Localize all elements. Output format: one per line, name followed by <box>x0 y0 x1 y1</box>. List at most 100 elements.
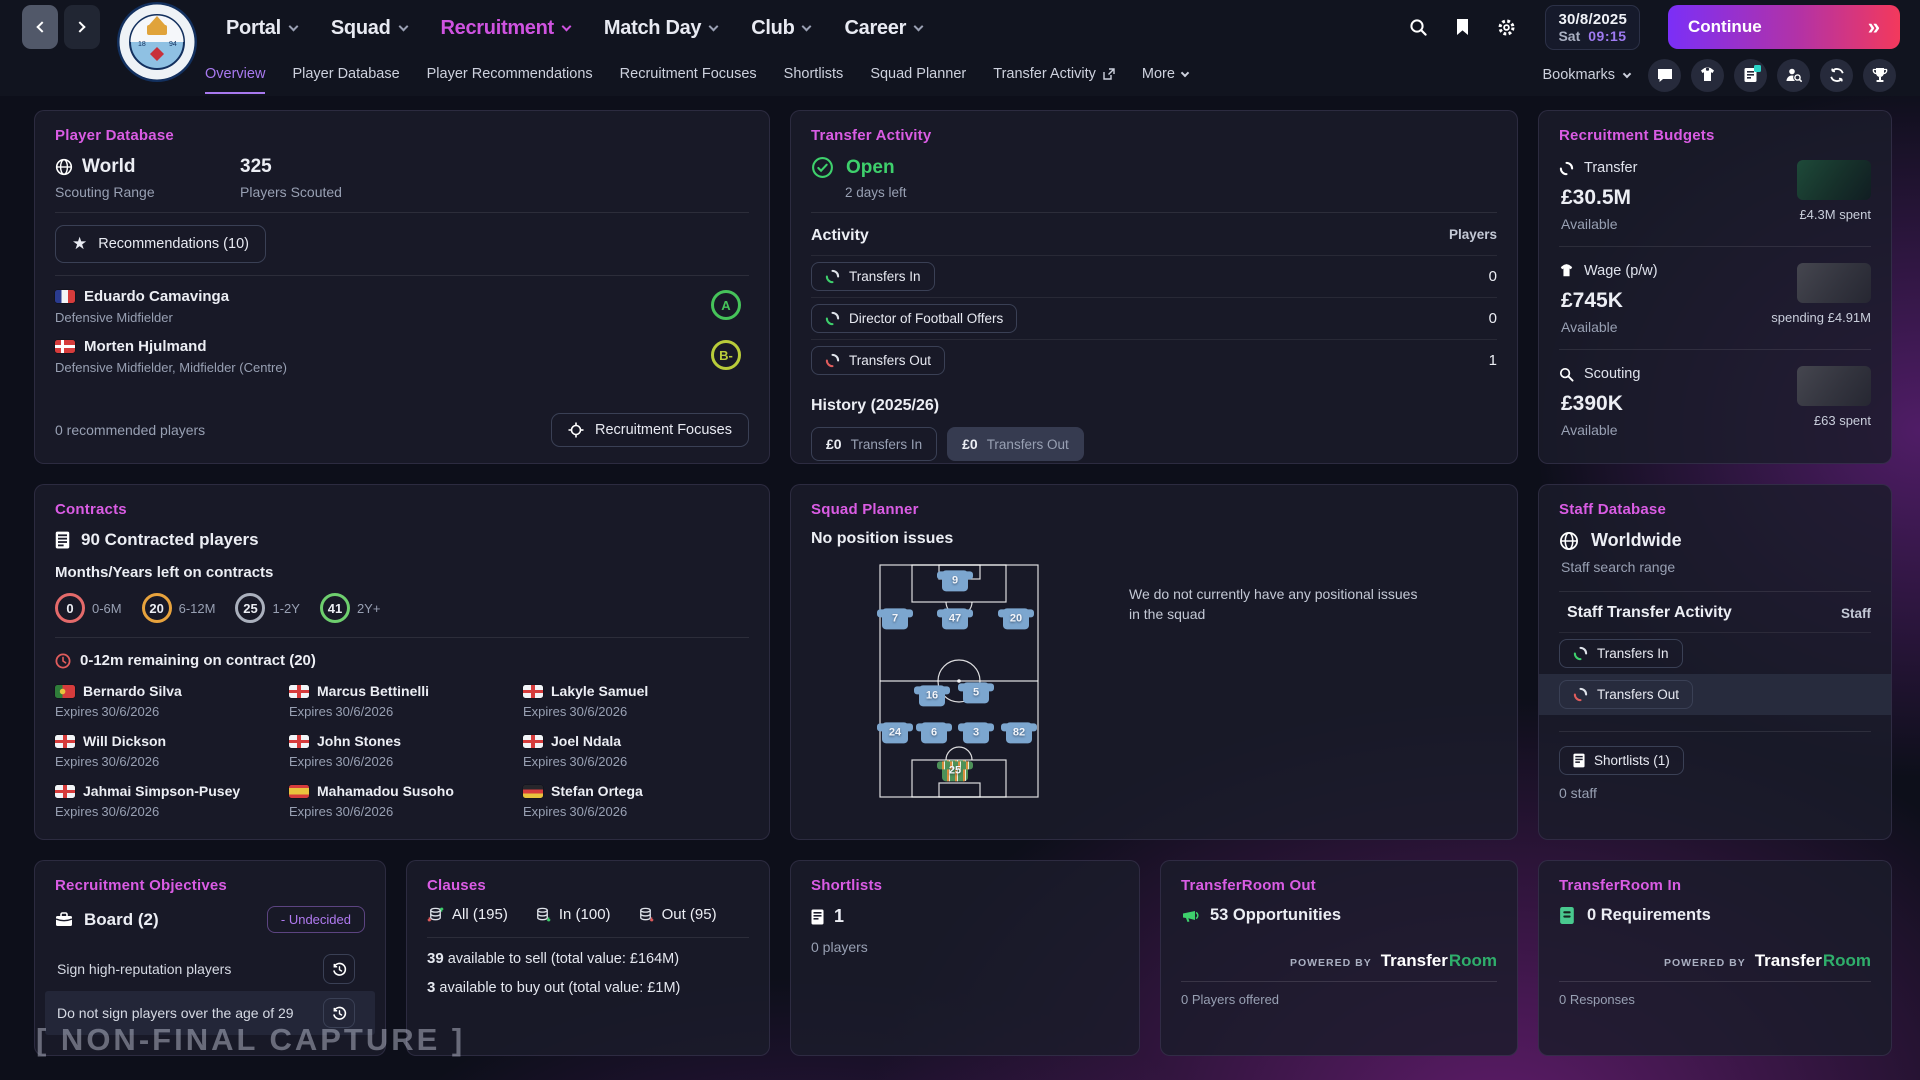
menu-portal[interactable]: Portal <box>226 17 297 40</box>
tab-recruitment-focuses[interactable]: Recruitment Focuses <box>620 56 757 94</box>
pitch-jersey-7[interactable]: 7 <box>882 608 908 629</box>
objective-history-button[interactable] <box>323 954 355 984</box>
tab-shortlists[interactable]: Shortlists <box>784 56 844 94</box>
double-chevron-right-icon: » <box>1868 14 1880 40</box>
menu-recruitment[interactable]: Recruitment <box>441 17 570 40</box>
objective-row[interactable]: Sign high-reputation players <box>55 947 365 991</box>
board-objectives-label[interactable]: Board (2) <box>55 910 159 930</box>
staff-shortlists-button[interactable]: Shortlists (1) <box>1559 746 1684 775</box>
card-squad-planner: Squad Planner No position issues <box>790 484 1518 840</box>
clauses-filter-all[interactable]: All (195) <box>427 906 508 923</box>
squad-jersey-icon[interactable] <box>1691 59 1724 92</box>
player-name: Morten Hjulmand <box>84 338 207 355</box>
history-transfers-in-button[interactable]: £0 Transfers In <box>811 427 937 461</box>
expiring-player[interactable]: Joel Ndala Expires30/6/2026 <box>523 733 749 769</box>
budget-scouting[interactable]: Scouting £390K Available £63 spent <box>1559 362 1871 440</box>
recruitment-focuses-button[interactable]: Recruitment Focuses <box>551 413 749 447</box>
budget-note: spending £4.91M <box>1771 310 1871 325</box>
bookmark-icon[interactable] <box>1449 14 1475 40</box>
pitch-jersey-6[interactable]: 6 <box>921 722 947 743</box>
undecided-status-badge[interactable]: - Undecided <box>267 906 365 933</box>
search-icon[interactable] <box>1405 14 1431 40</box>
expiring-player[interactable]: Mahamadou Susoho Expires30/6/2026 <box>289 783 515 819</box>
budget-note: £63 spent <box>1814 413 1871 428</box>
nav-back-button[interactable] <box>22 5 58 49</box>
chevron-down-icon <box>288 21 298 31</box>
player-name: Stefan Ortega <box>551 783 643 799</box>
clauses-filter-in[interactable]: In (100) <box>534 906 611 923</box>
pitch-jersey-9[interactable]: 9 <box>942 570 968 591</box>
club-crest-manchester-city[interactable]: 18 94 <box>116 1 198 83</box>
tab-player-recommendations[interactable]: Player Recommendations <box>427 56 593 94</box>
transfer-in-cycle-icon <box>1573 646 1588 661</box>
nav-forward-button[interactable] <box>64 5 100 49</box>
card-title: Shortlists <box>811 877 1119 894</box>
pitch-jersey-25[interactable]: 25 <box>942 760 968 781</box>
ring-6-12m[interactable]: 206-12M <box>142 593 216 623</box>
ring-2y-plus[interactable]: 412Y+ <box>320 593 381 623</box>
expiring-player[interactable]: Marcus Bettinelli Expires30/6/2026 <box>289 683 515 719</box>
trophy-competitions-icon[interactable] <box>1863 59 1896 92</box>
game-date-time[interactable]: 30/8/2025 Sat09:15 <box>1545 5 1640 50</box>
budget-wage[interactable]: Wage (p/w) £745K Available spending £4.9… <box>1559 259 1871 337</box>
scouting-person-search-icon[interactable] <box>1777 59 1810 92</box>
requirements-row[interactable]: 0 Requirements <box>1559 906 1871 925</box>
bookmarks-dropdown[interactable]: Bookmarks <box>1542 67 1630 83</box>
staff-transfers-in-button[interactable]: Transfers In <box>1559 639 1683 668</box>
squad-planner-pitch[interactable]: 9 7 47 20 16 5 24 63 82 25 <box>879 564 1039 798</box>
pitch-jersey-82[interactable]: 82 <box>1006 722 1032 743</box>
settings-gear-icon[interactable] <box>1493 14 1519 40</box>
activity-row-transfers-out: Transfers Out 1 <box>811 339 1497 381</box>
pitch-jersey-47[interactable]: 47 <box>942 608 968 629</box>
expiring-player[interactable]: Stefan Ortega Expires30/6/2026 <box>523 783 749 819</box>
section-subnav: Overview Player Database Player Recommen… <box>0 54 1920 96</box>
messages-icon[interactable] <box>1648 59 1681 92</box>
pitch-jersey-16[interactable]: 16 <box>919 685 945 706</box>
expiring-player[interactable]: Lakyle Samuel Expires30/6/2026 <box>523 683 749 719</box>
history-transfers-out-button[interactable]: £0 Transfers Out <box>947 427 1084 461</box>
tab-overview[interactable]: Overview <box>205 56 265 94</box>
menu-club[interactable]: Club <box>751 17 810 40</box>
tab-player-database[interactable]: Player Database <box>292 56 399 94</box>
menu-career[interactable]: Career <box>844 17 922 40</box>
chevron-down-icon <box>1181 68 1189 76</box>
clauses-buyout-count: 3 <box>427 979 435 996</box>
row-count: 0 <box>1489 268 1497 285</box>
pitch-jersey-24[interactable]: 24 <box>882 722 908 743</box>
players-offered-note: 0 Players offered <box>1181 992 1497 1007</box>
transfer-out-cycle-icon <box>825 353 840 368</box>
recruitment-focuses-label: Recruitment Focuses <box>595 422 732 438</box>
continue-button[interactable]: Continue » <box>1668 5 1900 49</box>
dof-offers-button[interactable]: Director of Football Offers <box>811 304 1017 333</box>
expiring-player[interactable]: Jahmai Simpson-Pusey Expires30/6/2026 <box>55 783 281 819</box>
pitch-jersey-20[interactable]: 20 <box>1003 608 1029 629</box>
pitch-jersey-3[interactable]: 3 <box>963 722 989 743</box>
recommended-player-row[interactable]: Eduardo Camavinga Defensive Midfielder A <box>55 288 749 325</box>
clauses-filter-out[interactable]: Out (95) <box>637 906 717 923</box>
tab-more[interactable]: More <box>1142 56 1188 94</box>
budget-transfer[interactable]: Transfer £30.5M Available £4.3M spent <box>1559 156 1871 234</box>
menu-match-day[interactable]: Match Day <box>604 17 717 40</box>
expires-label: Expires <box>523 804 566 819</box>
budget-label: Scouting <box>1584 366 1640 382</box>
recommendations-button[interactable]: ★ Recommendations (10) <box>55 225 266 263</box>
transfers-in-button[interactable]: Transfers In <box>811 262 935 291</box>
opportunities-row[interactable]: 53 Opportunities <box>1181 906 1497 925</box>
expiring-player[interactable]: Will Dickson Expires30/6/2026 <box>55 733 281 769</box>
pitch-jersey-5[interactable]: 5 <box>963 682 989 703</box>
staff-transfers-out-button[interactable]: Transfers Out <box>1559 680 1693 709</box>
ring-1-2y[interactable]: 251-2Y <box>235 593 299 623</box>
tab-transfer-activity[interactable]: Transfer Activity <box>993 56 1115 94</box>
tab-squad-planner[interactable]: Squad Planner <box>870 56 966 94</box>
shortlists-count-row[interactable]: 1 <box>811 906 1119 927</box>
ring-0-6m[interactable]: 00-6M <box>55 593 122 623</box>
recommended-player-row[interactable]: Morten Hjulmand Defensive Midfielder, Mi… <box>55 338 749 375</box>
expiring-player[interactable]: Bernardo Silva Expires30/6/2026 <box>55 683 281 719</box>
transfers-out-button[interactable]: Transfers Out <box>811 346 945 375</box>
transfer-in-cycle-icon <box>825 311 840 326</box>
transfer-news-icon[interactable] <box>1734 59 1767 92</box>
tab-label: Squad Planner <box>870 66 966 82</box>
sync-refresh-icon[interactable] <box>1820 59 1853 92</box>
expiring-player[interactable]: John Stones Expires30/6/2026 <box>289 733 515 769</box>
menu-squad[interactable]: Squad <box>331 17 407 40</box>
